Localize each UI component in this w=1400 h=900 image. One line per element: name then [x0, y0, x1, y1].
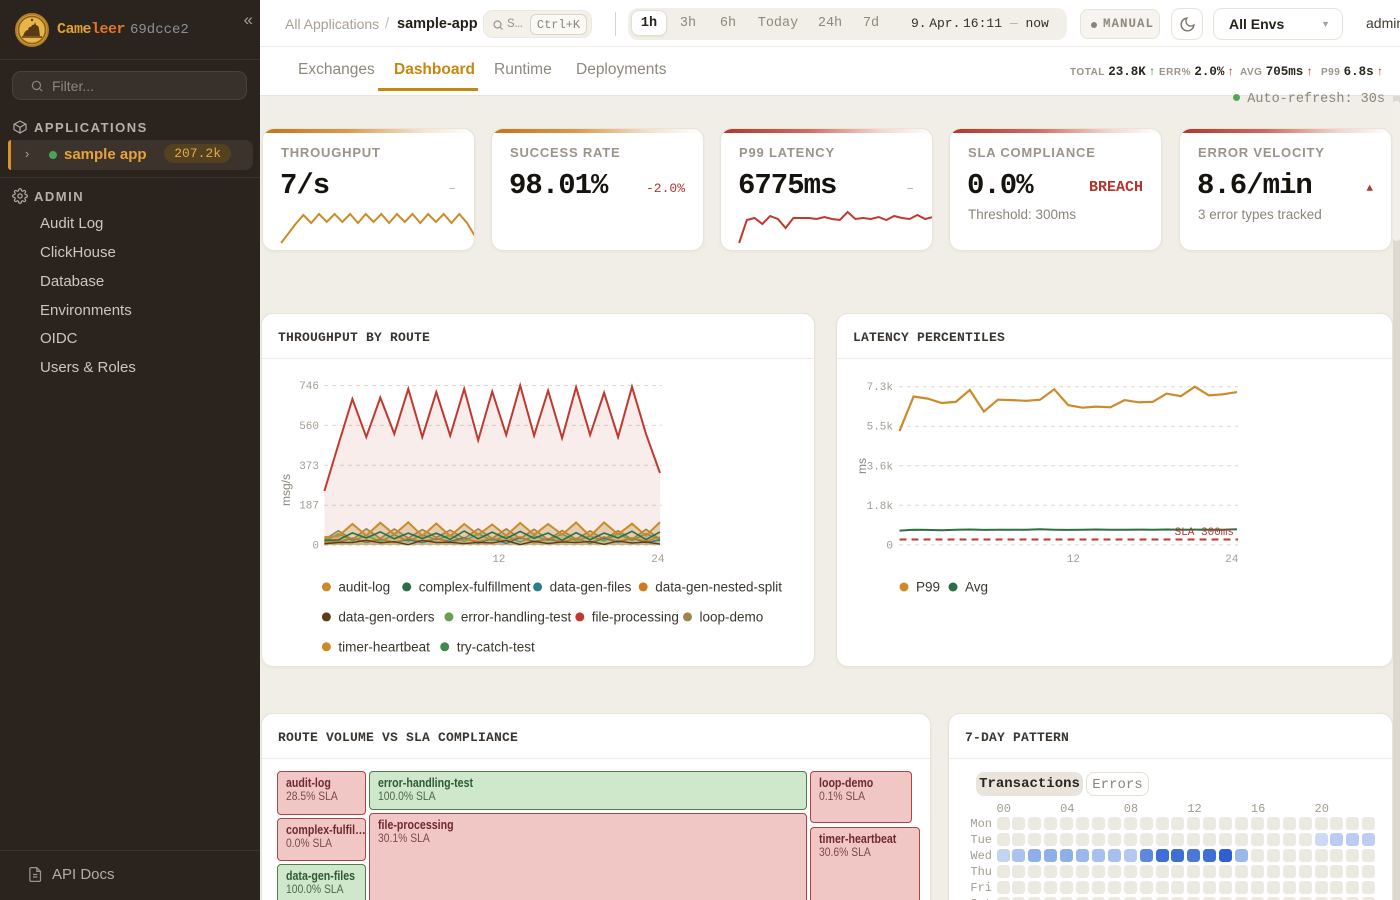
svg-text:373: 373: [299, 461, 319, 473]
svg-text:3.6k: 3.6k: [867, 461, 894, 473]
svg-text:complex-fulfillment: complex-fulfillment: [419, 579, 531, 594]
svg-text:audit-log: audit-log: [338, 579, 390, 594]
svg-text:loop-demo: loop-demo: [700, 609, 764, 624]
svg-text:0: 0: [886, 540, 893, 552]
svg-text:msg/s: msg/s: [279, 474, 293, 506]
svg-text:1.8k: 1.8k: [867, 501, 894, 513]
svg-text:data-gen-nested-split: data-gen-nested-split: [655, 579, 782, 594]
svg-text:SLA 300ms: SLA 300ms: [1175, 527, 1234, 539]
svg-text:12: 12: [1067, 554, 1080, 566]
svg-text:7.3k: 7.3k: [867, 382, 894, 394]
svg-text:24: 24: [1225, 554, 1239, 566]
svg-text:0: 0: [312, 541, 319, 553]
svg-text:5.5k: 5.5k: [867, 422, 894, 434]
svg-text:data-gen-orders: data-gen-orders: [338, 609, 434, 624]
svg-text:560: 560: [299, 421, 319, 433]
svg-text:24: 24: [651, 554, 665, 566]
svg-text:try-catch-test: try-catch-test: [457, 639, 535, 654]
svg-text:Avg: Avg: [965, 580, 988, 595]
svg-text:error-handling-test: error-handling-test: [461, 609, 572, 624]
svg-text:file-processing: file-processing: [592, 609, 679, 624]
svg-text:data-gen-files: data-gen-files: [550, 579, 632, 594]
svg-text:timer-heartbeat: timer-heartbeat: [338, 639, 430, 654]
svg-text:746: 746: [299, 381, 319, 393]
svg-text:12: 12: [492, 554, 505, 566]
svg-text:187: 187: [299, 501, 319, 513]
svg-text:ms: ms: [855, 458, 869, 474]
svg-text:P99: P99: [916, 580, 940, 595]
